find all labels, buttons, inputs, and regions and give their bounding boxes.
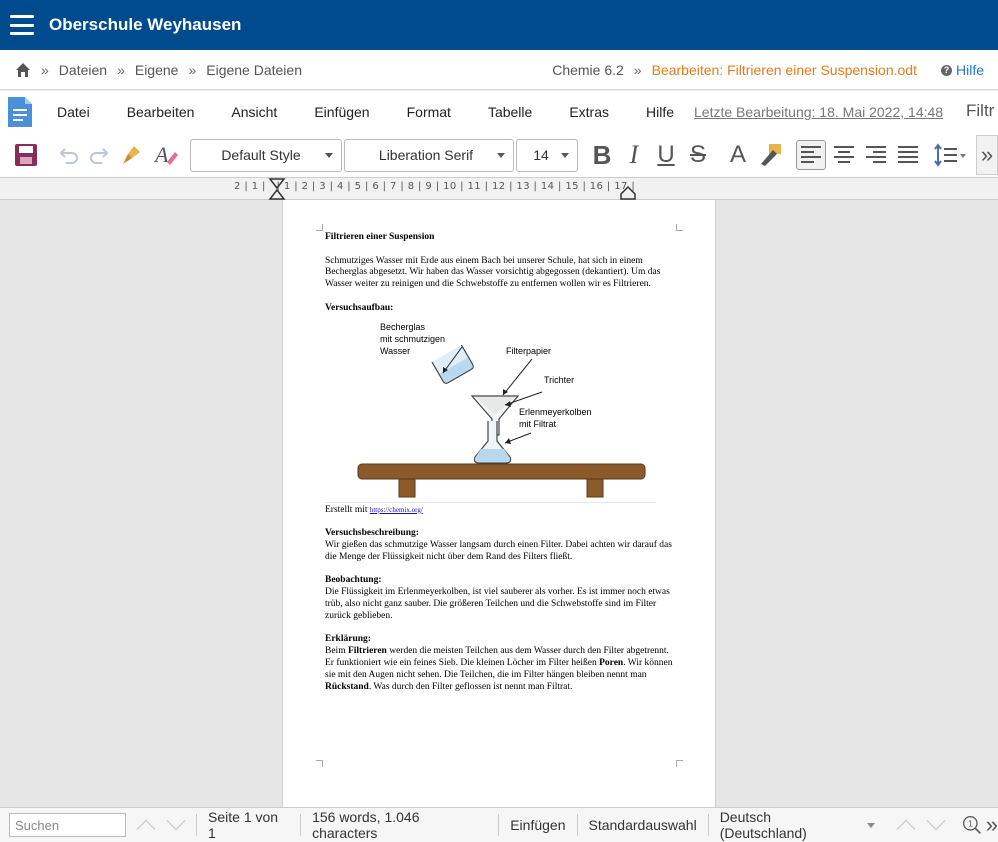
- font-size-select[interactable]: 14: [516, 138, 578, 172]
- document-workspace: Filtrieren einer Suspension Schmutziges …: [0, 200, 998, 807]
- search-up-icon[interactable]: [136, 815, 156, 835]
- help-icon: ?: [940, 64, 952, 76]
- status-bar: Suchen Seite 1 von 1 156 words, 1.046 ch…: [0, 807, 998, 842]
- justify-icon[interactable]: [894, 141, 922, 169]
- zoom-icon[interactable]: 1: [962, 815, 982, 835]
- figure-label-funnel: Trichter: [544, 374, 575, 385]
- credit-link[interactable]: https://chemix.org/: [370, 506, 423, 514]
- strikethrough-icon[interactable]: S: [684, 141, 712, 169]
- page-corner-mark: [316, 224, 323, 231]
- doc-setup-heading: Versuchsaufbau:: [325, 302, 394, 313]
- font-name-value: Liberation Serif: [378, 147, 474, 163]
- figure-label-beaker: Becherglas mit schmutzigen Wasser: [380, 321, 446, 356]
- menu-ansicht[interactable]: Ansicht: [231, 104, 277, 120]
- breadcrumb-separator: »: [117, 61, 125, 78]
- language-select[interactable]: Deutsch (Deutschland): [707, 809, 886, 841]
- left-indent-marker-icon[interactable]: [268, 178, 286, 200]
- menu-hilfe[interactable]: Hilfe: [646, 104, 674, 120]
- formatting-toolbar: A Default Style Liberation Serif 14 B I …: [0, 133, 998, 178]
- ruler-marks: 2 | 1 | | 1 | 2 | 3 | 4 | 5 | 6 | 7 | 8 …: [234, 181, 636, 192]
- editing-file-title: Bearbeiten: Filtrieren einer Suspension.…: [651, 62, 917, 78]
- breadcrumb: » Dateien » Eigene » Eigene Dateien Chem…: [0, 50, 998, 90]
- underline-icon[interactable]: U: [652, 141, 680, 169]
- bold-icon[interactable]: B: [588, 140, 616, 170]
- more-icon[interactable]: »: [976, 135, 998, 175]
- breadcrumb-eigene-dateien[interactable]: Eigene Dateien: [206, 62, 302, 78]
- credit-prefix: Erstellt mit: [325, 504, 368, 515]
- page-corner-mark: [676, 760, 683, 767]
- redo-icon[interactable]: [86, 141, 114, 169]
- breadcrumb-eigene[interactable]: Eigene: [135, 62, 179, 78]
- font-color-icon[interactable]: A: [724, 141, 752, 169]
- undo-icon[interactable]: [54, 141, 82, 169]
- doc-expl-heading: Erklärung:: [325, 634, 371, 645]
- breadcrumb-separator: »: [188, 61, 197, 78]
- svg-text:A: A: [153, 142, 169, 167]
- help-label: Hilfe: [955, 62, 984, 78]
- doc-obs: Die Flüssigkeit im Erlenmeyerkolben, ist…: [325, 587, 670, 621]
- save-icon[interactable]: [12, 141, 40, 169]
- highlight-icon[interactable]: [756, 141, 784, 169]
- doc-expl: Beim Filtrieren werden die meisten Teilc…: [325, 646, 673, 692]
- experiment-figure: Becherglas mit schmutzigen Wasser Filter…: [325, 317, 675, 503]
- document-icon: [8, 97, 32, 127]
- doc-intro: Schmutziges Wasser mit Erde aus einem Ba…: [325, 255, 661, 290]
- menu-icon[interactable]: [10, 15, 34, 35]
- svg-text:1: 1: [968, 819, 973, 829]
- clear-formatting-icon[interactable]: A: [152, 141, 180, 169]
- page-corner-mark: [676, 224, 683, 231]
- menu-einfuegen[interactable]: Einfügen: [314, 104, 369, 120]
- prev-page-icon[interactable]: [896, 815, 916, 835]
- last-edit-link[interactable]: Letzte Bearbeitung: 18. Mai 2022, 14:48: [694, 104, 943, 120]
- help-link[interactable]: ? Hilfe: [940, 62, 984, 78]
- font-name-select[interactable]: Liberation Serif: [344, 138, 514, 172]
- document-page[interactable]: Filtrieren einer Suspension Schmutziges …: [282, 200, 716, 807]
- align-center-icon[interactable]: [830, 141, 858, 169]
- next-page-icon[interactable]: [926, 815, 946, 835]
- breadcrumb-dateien[interactable]: Dateien: [59, 62, 107, 78]
- doc-desc-heading: Versuchsbeschreibung:: [325, 528, 419, 539]
- more-status-icon[interactable]: »: [986, 812, 998, 838]
- language-value: Deutsch (Deutschland): [719, 809, 807, 841]
- menu-datei[interactable]: Datei: [57, 104, 90, 120]
- align-left-icon[interactable]: [796, 140, 826, 170]
- breadcrumb-separator: »: [633, 62, 642, 78]
- search-down-icon[interactable]: [166, 815, 186, 835]
- document-body[interactable]: Filtrieren einer Suspension Schmutziges …: [325, 232, 675, 693]
- align-right-icon[interactable]: [862, 141, 890, 169]
- app-header: Oberschule Weyhausen: [0, 0, 998, 50]
- italic-icon[interactable]: I: [620, 140, 648, 169]
- menu-format[interactable]: Format: [407, 104, 451, 120]
- figure-label-flask: Erlenmeyerkolben mit Filtrat: [519, 406, 592, 429]
- menu-bearbeiten[interactable]: Bearbeiten: [127, 104, 195, 120]
- menubar: Datei Bearbeiten Ansicht Einfügen Format…: [0, 91, 998, 133]
- figure-label-filterpaper: Filterpapier: [506, 345, 552, 356]
- paragraph-style-value: Default Style: [221, 147, 301, 163]
- doc-title: Filtrieren einer Suspension: [325, 232, 435, 242]
- line-spacing-icon[interactable]: [932, 141, 968, 169]
- right-indent-marker-icon[interactable]: [620, 186, 636, 200]
- home-icon[interactable]: [15, 62, 31, 78]
- paragraph-style-select[interactable]: Default Style: [190, 138, 342, 172]
- insert-mode[interactable]: Einfügen: [498, 814, 576, 836]
- chevron-down-icon: [866, 822, 875, 828]
- selection-mode[interactable]: Standardauswahl: [576, 814, 708, 836]
- word-count: 156 words, 1.046 characters: [300, 809, 498, 841]
- page-count: Seite 1 von 1: [196, 809, 300, 841]
- ruler[interactable]: 2 | 1 | | 1 | 2 | 3 | 4 | 5 | 6 | 7 | 8 …: [0, 178, 998, 200]
- clone-formatting-icon[interactable]: [118, 141, 146, 169]
- menu-tabelle[interactable]: Tabelle: [488, 104, 532, 120]
- breadcrumb-folder[interactable]: Chemie 6.2: [552, 62, 624, 78]
- menu-extras[interactable]: Extras: [569, 104, 609, 120]
- site-title[interactable]: Oberschule Weyhausen: [49, 15, 241, 35]
- document-title[interactable]: Filtr: [966, 101, 994, 121]
- search-input[interactable]: Suchen: [9, 813, 127, 837]
- breadcrumb-separator: »: [41, 61, 49, 78]
- page-corner-mark: [316, 760, 323, 767]
- font-size-value: 14: [533, 147, 549, 163]
- doc-obs-heading: Beobachtung:: [325, 575, 382, 586]
- doc-desc: Wir gießen das schmutzige Wasser langsam…: [325, 539, 672, 562]
